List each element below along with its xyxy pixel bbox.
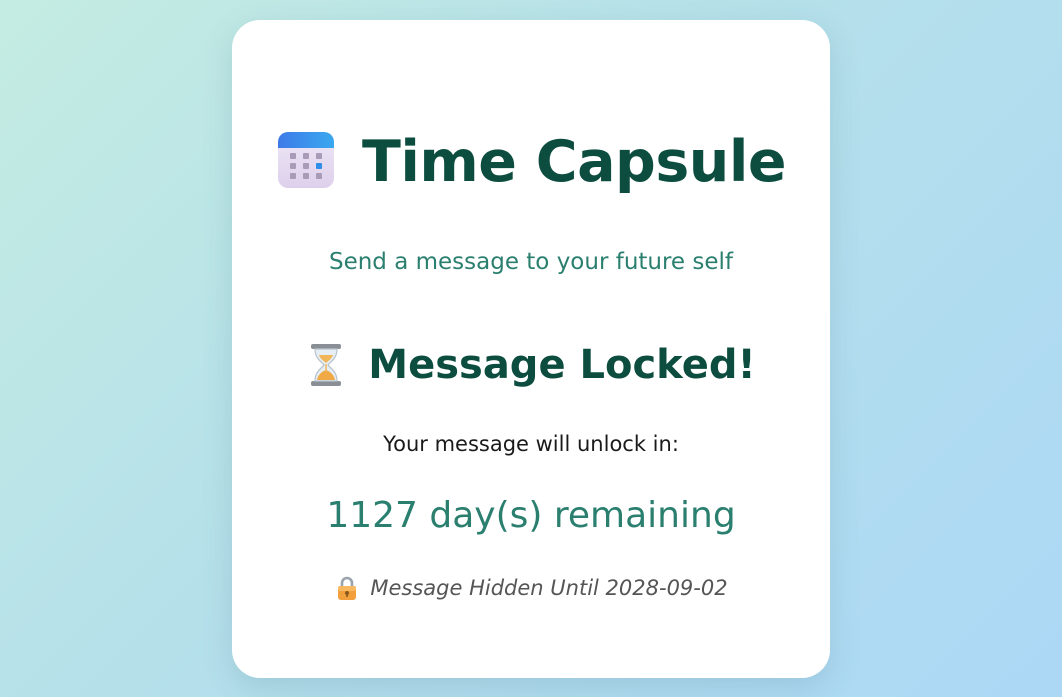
lock-icon xyxy=(338,576,357,600)
title-row: Time Capsule xyxy=(232,132,830,192)
countdown-remaining: 1127 day(s) remaining xyxy=(326,495,736,536)
page-subtitle: Send a message to your future self xyxy=(328,249,734,275)
page-title: Time Capsule xyxy=(361,128,787,195)
status-row: Message Locked! xyxy=(232,342,830,388)
time-capsule-card: Time Capsule Send a message to your futu… xyxy=(232,20,830,678)
status-heading: Message Locked! xyxy=(368,342,756,388)
hourglass-icon xyxy=(311,344,342,386)
hidden-until-text: Message Hidden Until 2028-09-02 xyxy=(370,575,728,600)
hidden-until-row: Message Hidden Until 2028-09-02 xyxy=(232,575,830,601)
calendar-icon xyxy=(277,132,334,188)
unlock-label: Your message will unlock in: xyxy=(383,432,679,456)
